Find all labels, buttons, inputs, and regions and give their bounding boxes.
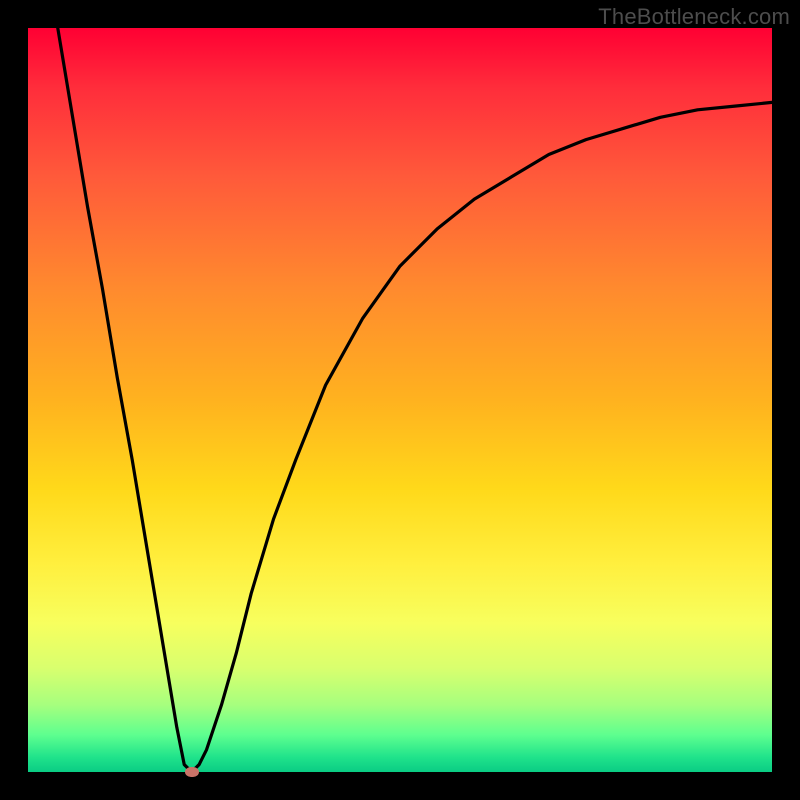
watermark-text: TheBottleneck.com	[598, 4, 790, 30]
optimum-marker	[185, 767, 199, 777]
chart-frame: TheBottleneck.com	[0, 0, 800, 800]
bottleneck-curve	[28, 28, 772, 772]
